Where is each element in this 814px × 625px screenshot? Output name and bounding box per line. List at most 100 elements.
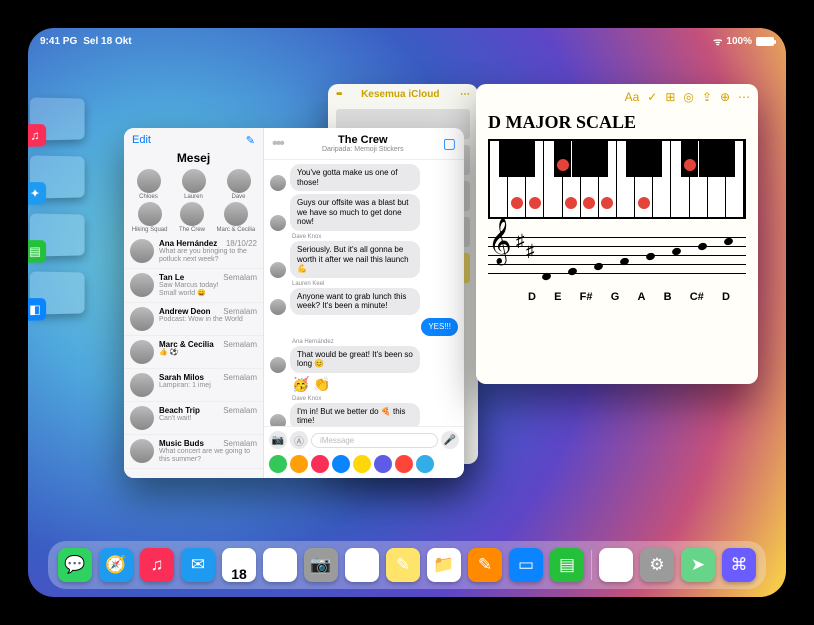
message-row: I'm in! But we better do 🍕 this time! — [270, 403, 458, 426]
avatar — [180, 202, 204, 226]
more-icon[interactable]: ⋯ — [460, 89, 470, 100]
reminders-app[interactable]: ☑ — [345, 548, 379, 582]
conversation-row[interactable]: Sarah Milos Semalam Lampiran: 1 imej — [124, 369, 263, 402]
message-input[interactable]: iMessage — [311, 433, 438, 448]
message-row: YES!!! — [270, 318, 458, 336]
notes-tool-icon[interactable]: ⊕ — [720, 90, 730, 104]
tapback-reaction: 🥳 👏 — [292, 376, 458, 393]
conversation-row[interactable]: Beach Trip Semalam Can't wait! — [124, 402, 263, 435]
stage-safari[interactable]: ✦ — [30, 155, 85, 198]
pinned-contact[interactable]: Chloes — [137, 169, 161, 200]
message-bubble[interactable]: Guys our offsite was a blast but we have… — [290, 194, 420, 231]
scale-note-label: E — [554, 291, 561, 303]
conversation-row[interactable]: Andrew Deon Semalam Podcast: Wow in the … — [124, 303, 263, 336]
battery-icon — [756, 37, 774, 46]
dock-separator — [591, 550, 592, 580]
pinned-contact[interactable]: Dave — [227, 169, 251, 200]
status-bar: 9:41 PG Sel 18 Okt ᯤ 100% — [28, 32, 786, 50]
avatar — [270, 299, 286, 315]
conversation-row[interactable]: Marc & Cecilia Semalam 👍 ⚽ — [124, 336, 263, 369]
message-bubble[interactable]: I'm in! But we better do 🍕 this time! — [290, 403, 420, 426]
messages-app[interactable]: 💬 — [58, 548, 92, 582]
message-bubble[interactable]: Seriously. But it's all gonna be worth i… — [290, 241, 420, 278]
conversation-row[interactable]: Music Buds Semalam What concert are we g… — [124, 435, 263, 469]
status-date: Sel 18 Okt — [83, 36, 131, 47]
thread-subtitle: Daripada: Memoji Stickers — [322, 146, 404, 153]
keynote-app[interactable]: ▭ — [509, 548, 543, 582]
status-time: 9:41 PG — [40, 36, 77, 47]
shortcuts-app[interactable]: ⌘ — [722, 548, 756, 582]
conv-name: Beach Trip — [159, 406, 200, 415]
avatar — [137, 169, 161, 193]
avatar — [138, 202, 162, 226]
facetime-icon[interactable]: ▢ — [443, 135, 456, 152]
stage-keynote[interactable]: ◧ — [30, 271, 85, 314]
pin-label: Dave — [231, 194, 245, 200]
camera-icon[interactable]: 📷 — [269, 431, 287, 449]
pages-app[interactable]: ✎ — [468, 548, 502, 582]
photos-app[interactable]: ✿ — [263, 548, 297, 582]
conv-preview: Podcast: Wow in the World — [159, 316, 257, 324]
avatar — [270, 175, 286, 191]
message-bubble[interactable]: You've gotta make us one of those! — [290, 164, 420, 191]
conversation-row[interactable]: Ana Hernández 18/10/22 What are you brin… — [124, 235, 263, 269]
appstore-icon[interactable]: Ⓐ — [290, 431, 308, 449]
sharp-icon: ♯ — [516, 231, 525, 251]
notes-tool-icon[interactable]: ⊞ — [665, 90, 675, 104]
messages-window[interactable]: Edit ✎ Mesej ChloesLaurenDave Hiking Squ… — [124, 128, 464, 478]
pinned-contact[interactable]: Marc & Cecilia — [217, 202, 256, 233]
conv-time: Semalam — [223, 406, 257, 415]
conv-preview: What concert are we going to this summer… — [159, 448, 257, 464]
conv-time: Semalam — [223, 439, 257, 448]
pinned-contact[interactable]: Lauren — [182, 169, 206, 200]
pin-label: Lauren — [184, 194, 203, 200]
notes-tool-icon[interactable]: ◎ — [683, 90, 693, 104]
stagemanager-app[interactable]: ⧉ — [599, 548, 633, 582]
notes-tool-icon[interactable]: ⋯ — [738, 90, 750, 104]
notes-editor-window[interactable]: Aa✓⊞◎⇪⊕⋯ D MAJOR SCALE 𝄞 ♯ ♯ DEF#GABC#D — [476, 84, 758, 384]
edit-button[interactable]: Edit — [132, 134, 151, 147]
numbers-app[interactable]: ▤ — [550, 548, 584, 582]
conv-preview: 👍 ⚽ — [159, 349, 257, 357]
pinned-contact[interactable]: Hiking Squad — [132, 202, 168, 233]
scale-note-label: C# — [690, 291, 704, 303]
window-controls-icon[interactable]: ••• — [272, 135, 283, 153]
files-app[interactable]: 📁 — [427, 548, 461, 582]
dictate-icon[interactable]: 🎤 — [441, 431, 459, 449]
maps-app[interactable]: ➤ — [681, 548, 715, 582]
camera-app[interactable]: 📷 — [304, 548, 338, 582]
conversation-list: Edit ✎ Mesej ChloesLaurenDave Hiking Squ… — [124, 128, 264, 478]
message-bubble[interactable]: YES!!! — [421, 318, 458, 336]
avatar — [130, 373, 154, 397]
imessage-app-strip[interactable] — [264, 453, 464, 478]
music-app[interactable]: ♫ — [140, 548, 174, 582]
conv-name: Ana Hernández — [159, 239, 217, 248]
avatar — [130, 273, 154, 297]
pinned-contact[interactable]: The Crew — [179, 202, 205, 233]
mail-app[interactable]: ✉ — [181, 548, 215, 582]
notes-tool-icon[interactable]: Aa — [625, 90, 640, 104]
notes-app[interactable]: ✎ — [386, 548, 420, 582]
scale-note-label: B — [664, 291, 672, 303]
notes-tool-icon[interactable]: ✓ — [647, 90, 657, 104]
notes-tool-icon[interactable]: ⇪ — [702, 90, 712, 104]
pin-label: The Crew — [179, 227, 205, 233]
avatar — [182, 169, 206, 193]
thread-pane: ••• The Crew Daripada: Memoji Stickers ▢… — [264, 128, 464, 478]
safari-app[interactable]: 🧭 — [99, 548, 133, 582]
thread-title[interactable]: The Crew — [322, 134, 404, 146]
conversation-row[interactable]: Tan Le Semalam Saw Marcus today!Small wo… — [124, 269, 263, 303]
stage-numbers[interactable]: ▤ — [30, 213, 85, 256]
message-bubble[interactable]: That would be great! It's been so long 😊 — [290, 346, 420, 373]
pin-label: Chloes — [139, 194, 158, 200]
window-controls-icon[interactable]: ••• — [336, 89, 341, 100]
avatar — [227, 169, 251, 193]
compose-button[interactable]: ✎ — [246, 134, 255, 147]
app-badge-icon: ▤ — [28, 240, 46, 263]
conv-preview: Lampiran: 1 imej — [159, 382, 257, 390]
message-bubble[interactable]: Anyone want to grab lunch this week? It'… — [290, 288, 420, 315]
conv-preview: Can't wait! — [159, 415, 257, 423]
settings-app[interactable]: ⚙ — [640, 548, 674, 582]
stage-music[interactable]: ♫ — [30, 97, 85, 140]
calendar-app[interactable]: SEL18 — [222, 548, 256, 582]
